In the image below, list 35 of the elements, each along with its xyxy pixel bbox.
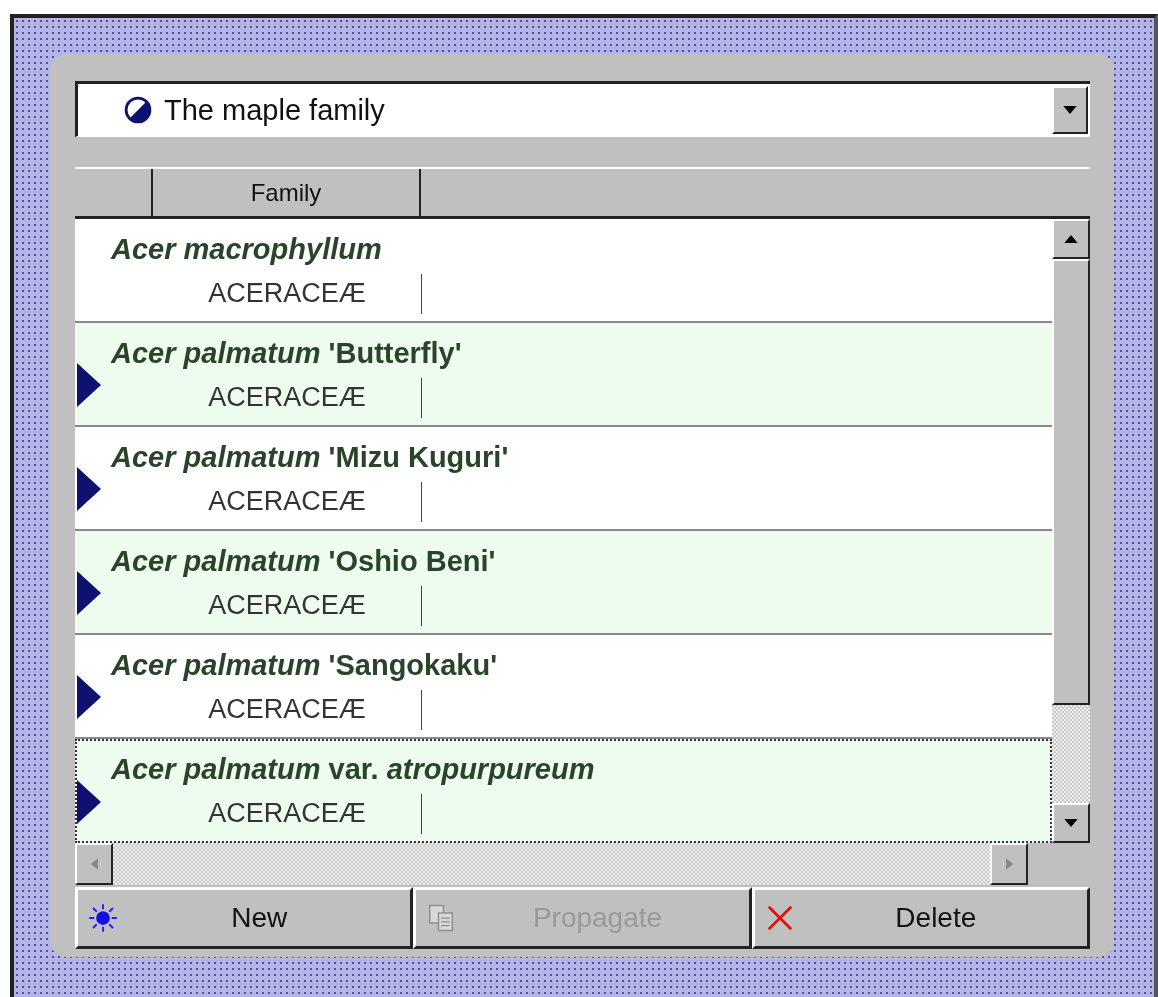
up-arrow-icon	[1064, 235, 1078, 243]
table-cell-text: ACERACEÆ	[207, 797, 367, 830]
delete-button[interactable]: Delete	[751, 887, 1090, 949]
left-arrow-icon	[90, 858, 98, 870]
species-name: Acer palmatum 'Oshio Beni'	[111, 544, 497, 578]
species-name: Acer palmatum 'Sangokaku'	[111, 648, 499, 682]
species-name: Acer macrophyllum	[111, 232, 383, 266]
species-name: Acer palmatum var. atropurpureum	[111, 752, 596, 786]
sun-icon	[88, 903, 118, 933]
column-header[interactable]: Family	[153, 169, 421, 219]
horizontal-scrollbar[interactable]	[75, 843, 1028, 885]
new-button[interactable]: New	[75, 887, 414, 949]
family-dropdown[interactable]: The maple family	[75, 81, 1090, 137]
scroll-thumb[interactable]	[1052, 259, 1090, 705]
species-name: Acer palmatum 'Butterfly'	[111, 336, 463, 370]
dropdown-button[interactable]	[1052, 86, 1088, 134]
half-circle-icon	[124, 96, 152, 124]
down-arrow-icon	[1064, 819, 1078, 827]
table-cell-text: ACERACEÆ	[207, 381, 367, 414]
table-cell-text: ACERACEÆ	[207, 485, 367, 518]
table-cell-text: ACERACEÆ	[207, 277, 367, 310]
scroll-left-button[interactable]	[75, 843, 113, 885]
scroll-right-button[interactable]	[990, 843, 1028, 885]
dropdown-value: The maple family	[164, 93, 386, 127]
table-row[interactable]: Acer palmatum var. atropurpureum ACERACEÆ	[75, 739, 1052, 843]
table-row[interactable]: Acer palmatum 'Oshio Beni' ACERACEÆ	[75, 531, 1052, 635]
table-cell-text: ACERACEÆ	[207, 693, 367, 726]
scroll-up-button[interactable]	[1052, 219, 1090, 259]
caret-icon	[1063, 106, 1077, 114]
species-name: Acer palmatum 'Mizu Kuguri'	[111, 440, 510, 474]
table-cell-text: ACERACEÆ	[207, 589, 367, 622]
scroll-down-button[interactable]	[1052, 803, 1090, 843]
table-row[interactable]: Acer palmatum 'Butterfly' ACERACEÆ	[75, 323, 1052, 427]
vertical-scrollbar[interactable]	[1052, 219, 1090, 843]
right-arrow-icon	[1005, 858, 1013, 870]
